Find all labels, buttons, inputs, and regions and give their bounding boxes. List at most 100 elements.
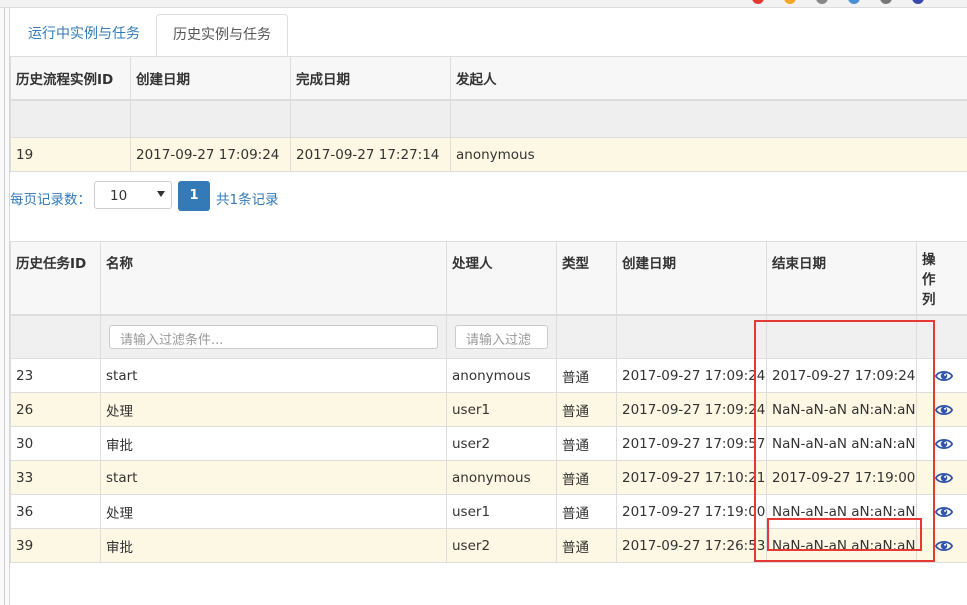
task-id: 30 [10, 426, 101, 461]
task-name: 处理 [100, 392, 447, 427]
table-row[interactable]: 23 start anonymous 普通 2017-09-27 17:09:24 201… [10, 358, 967, 393]
column-header[interactable]: 历史任务ID [10, 241, 101, 316]
column-header[interactable]: 历史流程实例ID [10, 56, 131, 101]
actions-header-label: 操作列 [922, 252, 936, 308]
task-actions [916, 494, 967, 529]
browser-extension-icon[interactable] [912, 0, 924, 4]
task-type: 普通 [556, 460, 617, 495]
eye-icon[interactable] [934, 538, 953, 554]
task-id: 36 [10, 494, 101, 529]
task-ended: NaN-aN-aN aN:aN:aN [766, 528, 917, 563]
assignee-filter-input[interactable]: 请输入过滤 [455, 325, 548, 349]
task-assignee: user1 [446, 392, 557, 427]
instance-finished: 2017-09-27 17:27:14 [290, 137, 451, 172]
task-id: 39 [10, 528, 101, 563]
column-header[interactable]: 创建日期 [130, 56, 291, 101]
task-ended: 2017-09-27 17:09:24 [766, 358, 917, 393]
task-name: 处理 [100, 494, 447, 529]
left-frame-border [0, 8, 10, 605]
page-size-label: 每页记录数： [10, 192, 91, 208]
eye-icon[interactable] [934, 402, 953, 418]
task-actions [916, 426, 967, 461]
history-instances-table: 历史流程实例ID 创建日期 完成日期 发起人 19 2017-09-27 17:… [10, 56, 967, 172]
filter-cell [916, 314, 967, 359]
filter-cell: 请输入过滤条件... [100, 314, 447, 359]
browser-extension-icon[interactable] [848, 0, 860, 4]
eye-icon[interactable] [934, 504, 953, 520]
task-type: 普通 [556, 358, 617, 393]
task-type: 普通 [556, 426, 617, 461]
task-actions [916, 528, 967, 563]
task-name: 审批 [100, 426, 447, 461]
task-type: 普通 [556, 392, 617, 427]
task-ended: NaN-aN-aN aN:aN:aN [766, 392, 917, 427]
filter-cell [616, 314, 767, 359]
task-type: 普通 [556, 494, 617, 529]
page-size-select[interactable]: 10 [94, 181, 172, 209]
column-header[interactable]: 类型 [556, 241, 617, 316]
task-id: 23 [10, 358, 101, 393]
task-created: 2017-09-27 17:09:57 [616, 426, 767, 461]
table-row[interactable]: 26 处理 user1 普通 2017-09-27 17:09:24 NaN-aN-aN … [10, 392, 967, 427]
task-created: 2017-09-27 17:09:24 [616, 392, 767, 427]
browser-toolbar-strip [0, 0, 967, 8]
column-header[interactable]: 创建日期 [616, 241, 767, 316]
task-assignee: anonymous [446, 358, 557, 393]
eye-icon[interactable] [934, 368, 953, 384]
chevron-down-icon [157, 191, 165, 197]
column-header[interactable]: 结束日期 [766, 241, 917, 316]
task-id: 33 [10, 460, 101, 495]
table-row[interactable]: 19 2017-09-27 17:09:24 2017-09-27 17:27:… [10, 137, 967, 172]
instance-starter: anonymous [450, 137, 967, 172]
task-created: 2017-09-27 17:26:53 [616, 528, 767, 563]
task-created: 2017-09-27 17:19:00 [616, 494, 767, 529]
instance-id: 19 [10, 137, 131, 172]
table-row[interactable]: 33 start anonymous 普通 2017-09-27 17:10:21 201… [10, 460, 967, 495]
filter-cell [766, 314, 917, 359]
eye-icon[interactable] [934, 436, 953, 452]
task-actions [916, 358, 967, 393]
tab-history-instances[interactable]: 历史实例与任务 [156, 14, 288, 56]
task-type: 普通 [556, 528, 617, 563]
task-ended: 2017-09-27 17:19:00 [766, 460, 917, 495]
column-header-actions[interactable]: 操作列 [916, 241, 967, 316]
browser-extension-icon[interactable] [752, 0, 764, 4]
column-header[interactable]: 名称 [100, 241, 447, 316]
left-frame-divider [4, 8, 5, 605]
page-button-current[interactable]: 1 [178, 181, 210, 211]
filter-cell [10, 99, 131, 138]
instance-created: 2017-09-27 17:09:24 [130, 137, 291, 172]
filter-row: 请输入过滤条件... 请输入过滤 [10, 314, 967, 359]
filter-row [10, 99, 967, 138]
column-header[interactable]: 完成日期 [290, 56, 451, 101]
total-records-text: 共1条记录 [216, 192, 279, 208]
browser-extension-icon[interactable] [784, 0, 796, 4]
task-ended: NaN-aN-aN aN:aN:aN [766, 494, 917, 529]
tab-bar: 运行中实例与任务 历史实例与任务 [10, 14, 967, 57]
filter-cell [130, 99, 291, 138]
task-name: 审批 [100, 528, 447, 563]
eye-icon[interactable] [934, 470, 953, 486]
task-assignee: user1 [446, 494, 557, 529]
task-actions [916, 392, 967, 427]
table-row[interactable]: 30 审批 user2 普通 2017-09-27 17:09:57 NaN-aN-aN … [10, 426, 967, 461]
column-header[interactable]: 发起人 [450, 56, 967, 101]
task-assignee: user2 [446, 528, 557, 563]
tab-running-instances[interactable]: 运行中实例与任务 [12, 14, 156, 55]
table-row[interactable]: 39 审批 user2 普通 2017-09-27 17:26:53 NaN-aN-aN … [10, 528, 967, 563]
task-ended: NaN-aN-aN aN:aN:aN [766, 426, 917, 461]
table-row[interactable]: 36 处理 user1 普通 2017-09-27 17:19:00 NaN-aN-aN … [10, 494, 967, 529]
table-header-row: 历史任务ID 名称 处理人 类型 创建日期 结束日期 操作列 [10, 241, 967, 316]
browser-extension-icon[interactable] [816, 0, 828, 4]
filter-cell [450, 99, 967, 138]
filter-cell [10, 314, 101, 359]
name-filter-input[interactable]: 请输入过滤条件... [109, 325, 438, 349]
column-header[interactable]: 处理人 [446, 241, 557, 316]
page-size-value: 10 [110, 188, 128, 204]
filter-cell [290, 99, 451, 138]
table-header-row: 历史流程实例ID 创建日期 完成日期 发起人 [10, 56, 967, 101]
browser-extension-icon[interactable] [880, 0, 892, 4]
task-assignee: user2 [446, 426, 557, 461]
filter-cell: 请输入过滤 [446, 314, 557, 359]
task-created: 2017-09-27 17:10:21 [616, 460, 767, 495]
